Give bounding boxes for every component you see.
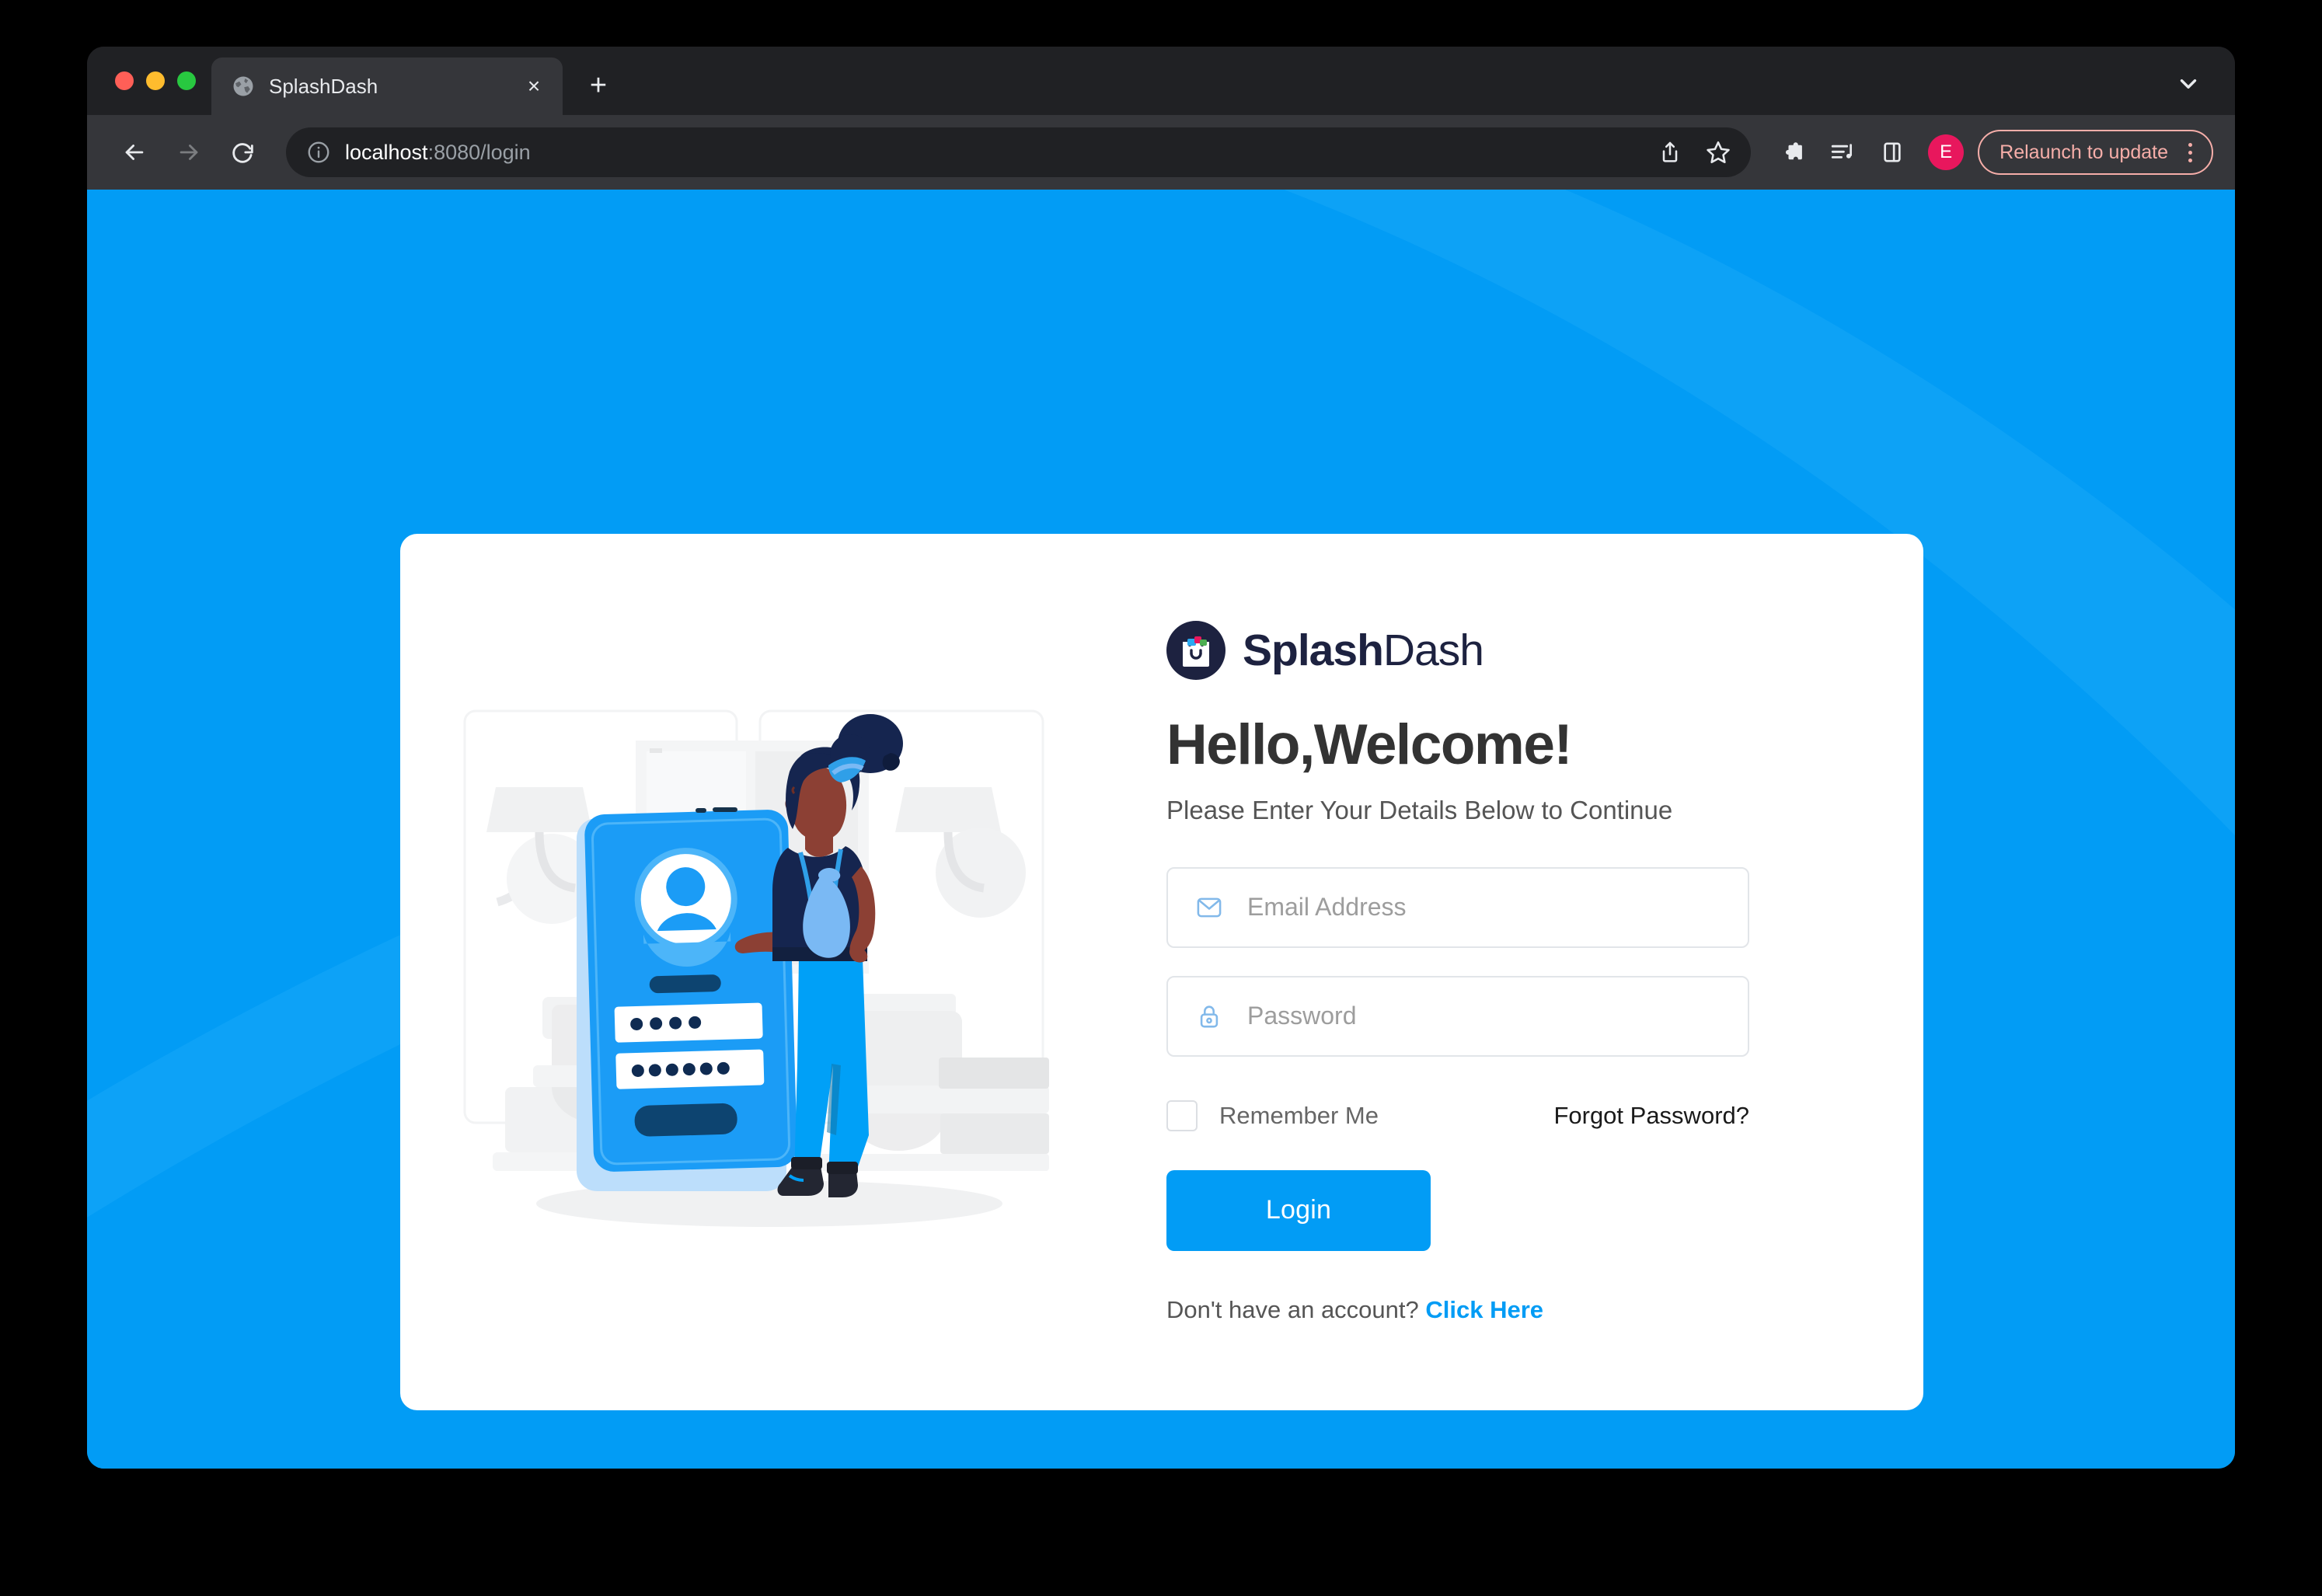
login-options-row: Remember Me Forgot Password? — [1166, 1099, 1749, 1131]
email-field[interactable] — [1166, 866, 1749, 948]
window-traffic-lights — [106, 47, 211, 115]
kebab-menu-icon[interactable] — [2179, 142, 2201, 162]
shopping-bag-logo-icon — [1166, 620, 1226, 680]
new-tab-button[interactable]: + — [574, 61, 623, 110]
forgot-password-link[interactable]: Forgot Password? — [1553, 1102, 1749, 1130]
remember-me-label: Remember Me — [1219, 1101, 1379, 1129]
profile-avatar[interactable]: E — [1928, 134, 1965, 170]
login-form: SplashDash Hello,Welcome! Please Enter Y… — [1076, 620, 1923, 1324]
url-host: localhost — [345, 140, 428, 164]
signup-prompt-row: Don't have an account? Click Here — [1166, 1296, 1892, 1324]
signup-link[interactable]: Click Here — [1425, 1296, 1543, 1323]
remember-me-control[interactable]: Remember Me — [1166, 1099, 1379, 1131]
page-subtitle: Please Enter Your Details Below to Conti… — [1166, 795, 1673, 824]
signup-prompt-text: Don't have an account? — [1166, 1295, 1419, 1323]
url-path: :8080/login — [427, 140, 531, 164]
brand-name-bold: Splash — [1243, 625, 1384, 675]
browser-toolbar: localhost:8080/login E Relaunch to updat… — [87, 115, 2235, 190]
media-list-icon[interactable] — [1821, 131, 1864, 174]
omnibox-actions — [1648, 131, 1740, 174]
minimize-window-button[interactable] — [146, 71, 165, 90]
globe-icon — [232, 75, 255, 98]
woman-with-login-phone-illustration — [463, 709, 1049, 1227]
lock-icon — [1193, 1000, 1226, 1033]
maximize-window-button[interactable] — [177, 71, 196, 90]
email-input[interactable] — [1247, 893, 1723, 922]
reload-button[interactable] — [219, 128, 267, 176]
close-window-button[interactable] — [115, 71, 134, 90]
login-button[interactable]: Login — [1166, 1169, 1431, 1251]
login-card: SplashDash Hello,Welcome! Please Enter Y… — [400, 534, 1923, 1410]
tab-strip: SplashDash × + — [87, 47, 2235, 115]
login-illustration — [400, 700, 1076, 1244]
password-field[interactable] — [1166, 975, 1749, 1057]
page-title: Hello,Welcome! — [1166, 713, 1573, 776]
chevron-down-icon[interactable] — [2170, 65, 2207, 103]
envelope-icon — [1193, 891, 1226, 924]
back-button[interactable] — [110, 128, 159, 176]
relaunch-to-update-button[interactable]: Relaunch to update — [1978, 130, 2213, 175]
address-bar[interactable]: localhost:8080/login — [286, 127, 1752, 177]
page-viewport: SplashDash Hello,Welcome! Please Enter Y… — [87, 190, 2235, 1469]
browser-tab-splashdash[interactable]: SplashDash × — [211, 57, 563, 115]
star-icon[interactable] — [1696, 131, 1740, 174]
remember-me-checkbox[interactable] — [1166, 1099, 1198, 1131]
side-panel-icon[interactable] — [1870, 131, 1914, 174]
brand-name-light: Dash — [1382, 625, 1484, 675]
relaunch-label: Relaunch to update — [2000, 141, 2168, 163]
brand-lockup: SplashDash — [1166, 620, 1892, 680]
password-input[interactable] — [1247, 1002, 1723, 1030]
brand-name: SplashDash — [1243, 625, 1484, 676]
url-text: localhost:8080/login — [345, 141, 1634, 165]
tab-title: SplashDash — [269, 74, 378, 98]
site-info-icon[interactable] — [306, 140, 331, 165]
forward-button[interactable] — [165, 128, 213, 176]
share-icon[interactable] — [1648, 131, 1692, 174]
browser-window: SplashDash × + localhost:8080/login E Re… — [87, 47, 2235, 1469]
close-icon[interactable]: × — [521, 73, 547, 99]
extensions-icon[interactable] — [1771, 131, 1815, 174]
